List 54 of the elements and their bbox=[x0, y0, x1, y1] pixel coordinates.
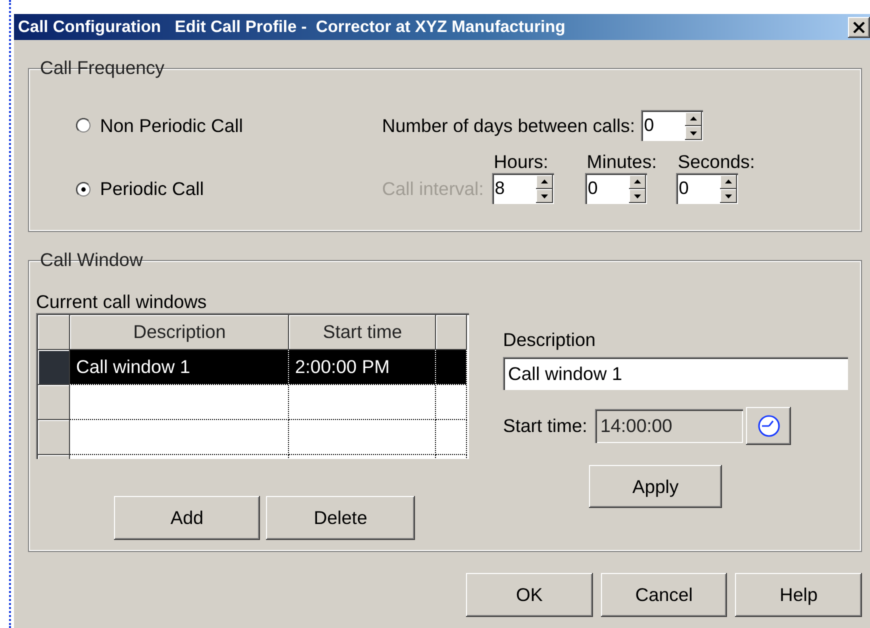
field-label: Hours: bbox=[494, 151, 548, 173]
field-label: Description bbox=[503, 329, 597, 351]
apply-button[interactable]: Apply bbox=[589, 465, 722, 508]
table-cell[interactable] bbox=[436, 420, 467, 455]
down-arrow-icon[interactable] bbox=[684, 126, 702, 140]
add-button[interactable]: Add bbox=[114, 496, 260, 540]
table-cell[interactable]: 2:00:00 PM bbox=[289, 350, 436, 385]
spin-buttons[interactable] bbox=[628, 175, 646, 203]
down-arrow-icon[interactable] bbox=[536, 189, 553, 203]
table-cell[interactable] bbox=[289, 385, 436, 420]
table-cell[interactable] bbox=[70, 420, 289, 455]
radio-option[interactable]: Non Periodic Call bbox=[76, 114, 382, 136]
table-cell[interactable] bbox=[436, 385, 467, 420]
radio-button[interactable] bbox=[76, 118, 91, 133]
row-header[interactable] bbox=[38, 350, 70, 385]
corner-header bbox=[38, 315, 70, 350]
spin-buttons[interactable] bbox=[684, 112, 702, 140]
column-header[interactable]: Description bbox=[70, 315, 289, 350]
table-cell[interactable] bbox=[70, 385, 289, 420]
description-field[interactable]: Call window 1 bbox=[503, 357, 848, 390]
spin-buttons[interactable] bbox=[720, 175, 737, 203]
field-label: Seconds: bbox=[678, 151, 755, 173]
row-header[interactable] bbox=[38, 420, 70, 455]
list-label: Current call windows bbox=[36, 291, 208, 313]
row-header[interactable] bbox=[38, 385, 70, 420]
up-arrow-icon[interactable] bbox=[720, 175, 737, 189]
up-arrow-icon[interactable] bbox=[628, 175, 646, 189]
close-icon[interactable] bbox=[853, 22, 865, 32]
ok-button[interactable]: OK bbox=[466, 573, 593, 617]
up-arrow-icon[interactable] bbox=[536, 175, 553, 189]
group-title: Call Window bbox=[39, 249, 144, 271]
radio-option[interactable]: Periodic Call bbox=[76, 178, 382, 200]
down-arrow-icon[interactable] bbox=[628, 189, 646, 203]
delete-button[interactable]: Delete bbox=[266, 496, 415, 540]
column-header[interactable]: Start time bbox=[289, 315, 436, 350]
spin-buttons[interactable] bbox=[536, 175, 553, 203]
column-header[interactable] bbox=[436, 315, 467, 350]
clock-button[interactable] bbox=[746, 407, 792, 445]
field-label: Minutes: bbox=[586, 151, 657, 173]
close-button[interactable] bbox=[848, 16, 870, 38]
time-field[interactable]: 14:00:00 bbox=[595, 409, 744, 443]
radio-button[interactable] bbox=[76, 182, 91, 196]
field-label: Start time: bbox=[503, 415, 588, 437]
window-title: Call Configuration Edit Call Profile - Corrector at XYZ Manufacturing bbox=[17, 18, 566, 36]
field-label: Number of days between calls: bbox=[382, 114, 635, 136]
table-cell[interactable] bbox=[289, 420, 436, 455]
table-cell[interactable]: Call window 1 bbox=[70, 350, 289, 385]
help-button[interactable]: Help bbox=[735, 573, 862, 617]
group-title: Call Frequency bbox=[39, 57, 166, 79]
data-grid[interactable]: Description Start time Call window 1 2:00:00 PM bbox=[36, 313, 469, 459]
up-arrow-icon[interactable] bbox=[684, 112, 702, 126]
down-arrow-icon[interactable] bbox=[720, 189, 737, 203]
clock-icon[interactable] bbox=[756, 414, 781, 438]
cancel-button[interactable]: Cancel bbox=[600, 573, 728, 617]
